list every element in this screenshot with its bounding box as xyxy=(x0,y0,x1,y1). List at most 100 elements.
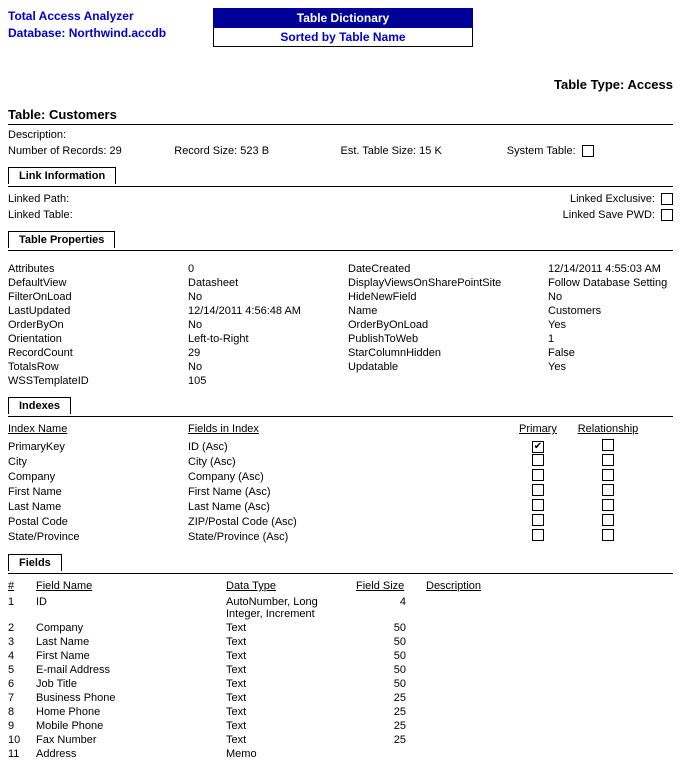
fields-header: # Field Name Data Type Field Size Descri… xyxy=(8,580,673,592)
field-name: First Name xyxy=(36,650,226,662)
divider xyxy=(8,186,673,187)
field-type: Text xyxy=(226,678,356,690)
index-fields: ID (Asc) xyxy=(188,441,508,453)
field-num: 1 xyxy=(8,596,36,608)
index-fields: Company (Asc) xyxy=(188,471,508,483)
field-type: Text xyxy=(226,664,356,676)
col-field-size: Field Size xyxy=(356,580,426,592)
index-name: First Name xyxy=(8,486,188,498)
section-tab-fields: Fields xyxy=(8,554,62,571)
relationship-checkbox xyxy=(602,514,614,526)
field-name: Mobile Phone xyxy=(36,720,226,732)
prop-key: DisplayViewsOnSharePointSite xyxy=(348,277,548,289)
header-box-title: Table Dictionary xyxy=(213,8,473,28)
linked-exclusive: Linked Exclusive: xyxy=(570,193,673,205)
index-primary-cell xyxy=(508,469,568,484)
index-rel-cell xyxy=(568,529,648,544)
prop-val xyxy=(548,375,681,387)
relationship-checkbox xyxy=(602,439,614,451)
field-size: 4 xyxy=(356,596,426,608)
field-row: 1IDAutoNumber, Long Integer, Increment4 xyxy=(8,596,673,620)
prop-val: No xyxy=(188,319,348,331)
col-data-type: Data Type xyxy=(226,580,356,592)
header-left: Total Access Analyzer Database: Northwin… xyxy=(8,8,166,42)
prop-key: WSSTemplateID xyxy=(8,375,188,387)
divider xyxy=(8,250,673,251)
prop-key xyxy=(348,375,548,387)
field-size: 50 xyxy=(356,664,426,676)
field-name: Business Phone xyxy=(36,692,226,704)
field-row: 4First NameText50 xyxy=(8,650,673,662)
prop-key: DefaultView xyxy=(8,277,188,289)
relationship-checkbox xyxy=(602,499,614,511)
indexes-body: PrimaryKeyID (Asc)CityCity (Asc)CompanyC… xyxy=(8,439,673,544)
record-size: Record Size: 523 B xyxy=(174,145,340,157)
col-description: Description xyxy=(426,580,626,592)
field-name: ID xyxy=(36,596,226,608)
primary-checkbox xyxy=(532,469,544,481)
table-title-row: Table: Customers Table Type: Access xyxy=(8,77,673,122)
field-size: 50 xyxy=(356,678,426,690)
prop-val: No xyxy=(188,361,348,373)
index-row: CompanyCompany (Asc) xyxy=(8,469,673,484)
field-name: Fax Number xyxy=(36,734,226,746)
header-box: Table Dictionary Sorted by Table Name xyxy=(213,8,473,47)
field-type: Text xyxy=(226,636,356,648)
field-size: 25 xyxy=(356,692,426,704)
prop-val: Follow Database Setting xyxy=(548,277,681,289)
col-relationship: Relationship xyxy=(568,423,648,435)
divider xyxy=(8,416,673,417)
prop-key: HideNewField xyxy=(348,291,548,303)
relationship-checkbox xyxy=(602,484,614,496)
index-primary-cell xyxy=(508,454,568,469)
index-name: Company xyxy=(8,471,188,483)
col-primary: Primary xyxy=(508,423,568,435)
linked-save-pwd: Linked Save PWD: xyxy=(563,209,673,221)
prop-val: 0 xyxy=(188,263,348,275)
num-records: Number of Records: 29 xyxy=(8,145,174,157)
field-type: Memo xyxy=(226,748,356,760)
field-type: Text xyxy=(226,720,356,732)
field-row: 8Home PhoneText25 xyxy=(8,706,673,718)
index-primary-cell xyxy=(508,499,568,514)
field-size: 50 xyxy=(356,636,426,648)
field-type: Text xyxy=(226,622,356,634)
prop-key: PublishToWeb xyxy=(348,333,548,345)
index-name: Postal Code xyxy=(8,516,188,528)
prop-val: 1 xyxy=(548,333,681,345)
prop-val: Datasheet xyxy=(188,277,348,289)
divider xyxy=(8,124,673,125)
prop-key: Updatable xyxy=(348,361,548,373)
field-name: Home Phone xyxy=(36,706,226,718)
prop-val: Yes xyxy=(548,319,681,331)
field-num: 11 xyxy=(8,748,36,760)
field-num: 5 xyxy=(8,664,36,676)
prop-key: OrderByOn xyxy=(8,319,188,331)
prop-val: Customers xyxy=(548,305,681,317)
index-name: Last Name xyxy=(8,501,188,513)
table-title: Table: Customers xyxy=(8,107,117,122)
index-rel-cell xyxy=(568,454,648,469)
index-name: City xyxy=(8,456,188,468)
field-type: Text xyxy=(226,706,356,718)
field-num: 4 xyxy=(8,650,36,662)
prop-key: LastUpdated xyxy=(8,305,188,317)
stats-row: Number of Records: 29 Record Size: 523 B… xyxy=(8,145,673,157)
prop-key: FilterOnLoad xyxy=(8,291,188,303)
index-row: Last NameLast Name (Asc) xyxy=(8,499,673,514)
fields-body: 1IDAutoNumber, Long Integer, Increment4 2… xyxy=(8,596,673,760)
col-num: # xyxy=(8,580,36,592)
field-name: Last Name xyxy=(36,636,226,648)
field-row: 7Business PhoneText25 xyxy=(8,692,673,704)
field-num: 10 xyxy=(8,734,36,746)
index-fields: ZIP/Postal Code (Asc) xyxy=(188,516,508,528)
primary-checkbox xyxy=(532,514,544,526)
index-rel-cell xyxy=(568,469,648,484)
index-primary-cell xyxy=(508,529,568,544)
prop-key: Attributes xyxy=(8,263,188,275)
prop-key: RecordCount xyxy=(8,347,188,359)
col-field-name: Field Name xyxy=(36,580,226,592)
prop-key: OrderByOnLoad xyxy=(348,319,548,331)
index-fields: First Name (Asc) xyxy=(188,486,508,498)
field-num: 2 xyxy=(8,622,36,634)
